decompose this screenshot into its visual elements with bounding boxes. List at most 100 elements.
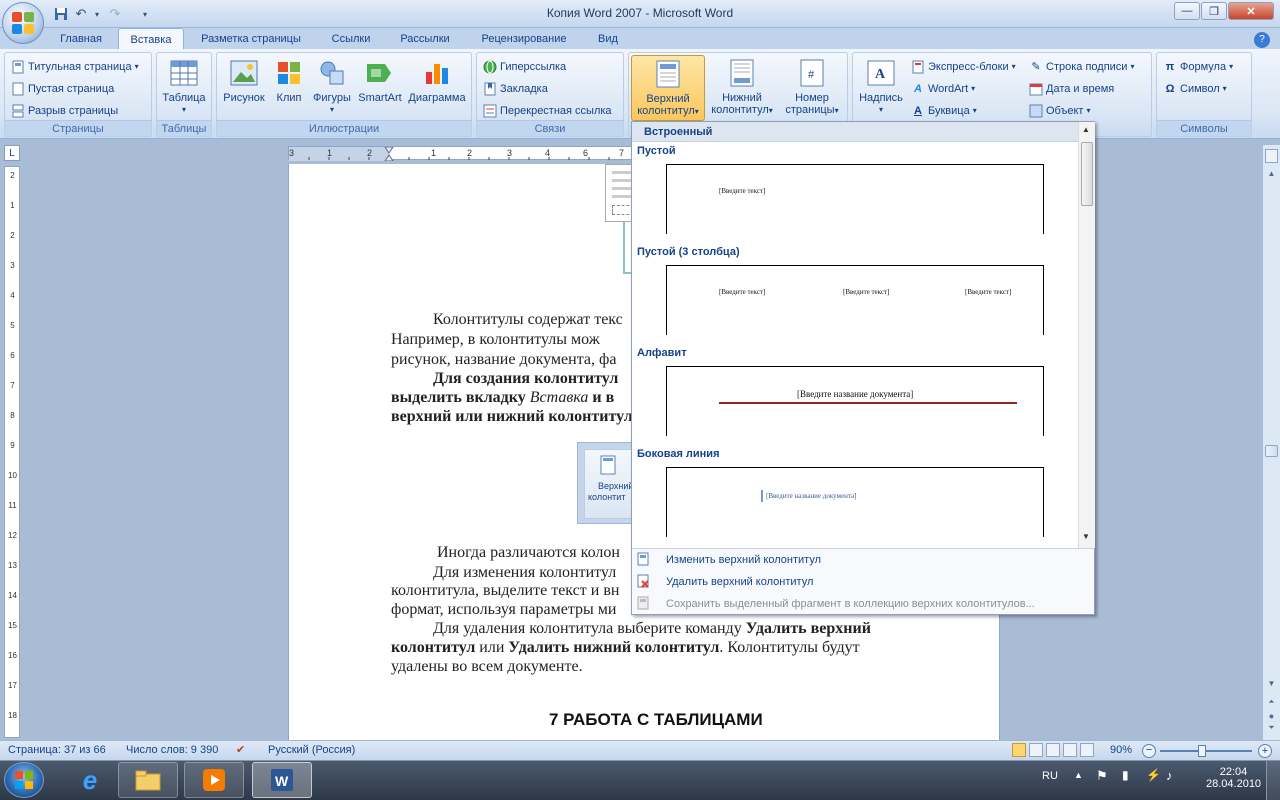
power-icon[interactable]: ⚡ (1146, 768, 1161, 782)
vertical-scrollbar[interactable]: ▲ ▼ ⏶ ● ⏷ (1262, 145, 1280, 740)
volume-icon[interactable]: ♪ (1166, 768, 1173, 783)
cross-reference-button[interactable]: Перекрестная ссылка (483, 101, 612, 121)
draft-icon[interactable] (1080, 743, 1094, 757)
window-title: Копия Word 2007 - Microsoft Word (546, 6, 734, 20)
blank-page-icon (11, 82, 25, 96)
tray-expand-icon[interactable]: ▲ (1074, 770, 1083, 780)
word-taskbar-button[interactable]: W (252, 762, 312, 798)
signature-line-button[interactable]: ✎ Строка подписи ▾ (1029, 57, 1134, 77)
restore-button[interactable]: ❐ (1201, 2, 1227, 20)
header-option-blank-3col[interactable]: [Введите текст] [Введите текст] [Введите… (666, 265, 1044, 335)
group-illustrations-label: Иллюстрации (217, 120, 471, 136)
minimize-button[interactable]: — (1174, 2, 1200, 20)
header-button[interactable]: Верхний колонтитул▾ (631, 55, 705, 121)
media-player-taskbar-button[interactable] (184, 762, 244, 798)
zoom-level[interactable]: 90% (1110, 741, 1132, 760)
clock[interactable]: 22:04 28.04.2010 (1206, 766, 1261, 790)
edit-header-command[interactable]: Изменить верхний колонтитул (666, 550, 821, 570)
blank-page-label: Пустая страница (28, 83, 115, 95)
action-center-icon[interactable]: ⚑ (1096, 768, 1108, 784)
browse-object-icon[interactable]: ● (1265, 711, 1278, 723)
object-label: Объект (1046, 105, 1084, 117)
explorer-taskbar-button[interactable] (118, 762, 178, 798)
page-break-button[interactable]: Разрыв страницы (11, 101, 118, 121)
page-number-button[interactable]: # Номер страницы▾ (779, 57, 845, 117)
page-count[interactable]: Страница: 37 из 66 (8, 741, 106, 760)
print-layout-icon[interactable] (1012, 743, 1026, 757)
tab-review[interactable]: Рецензирование (468, 28, 580, 50)
quick-parts-button[interactable]: Экспресс-блоки ▾ (911, 57, 1016, 77)
header-option-alphabet[interactable]: [Введите название документа] (666, 366, 1044, 436)
zoom-slider-thumb[interactable] (1198, 745, 1206, 757)
tab-selector[interactable]: L (4, 145, 20, 161)
header-option-blank[interactable]: [Введите текст] (666, 164, 1044, 234)
group-tables: Таблица ▾ Таблицы (156, 52, 212, 137)
page-break-icon (11, 104, 25, 118)
header-option-sideline[interactable]: [Введите название документа] (666, 467, 1044, 537)
ruler-number: 17 (8, 681, 17, 690)
tab-references[interactable]: Ссылки (320, 28, 382, 50)
shapes-button[interactable]: Фигуры ▾ (309, 57, 355, 116)
tab-page-layout[interactable]: Разметка страницы (188, 28, 314, 50)
scroll-down-icon[interactable]: ▼ (1265, 679, 1278, 691)
gallery-heading: Встроенный (632, 122, 1078, 142)
textbox-button[interactable]: A Надпись ▾ (857, 57, 905, 116)
start-button[interactable] (4, 762, 44, 798)
placeholder-text: [Введите название документа] (766, 492, 857, 500)
bookmark-button[interactable]: Закладка (483, 79, 548, 99)
scroll-up-icon[interactable]: ▲ (1265, 167, 1278, 181)
wordart-button[interactable]: A WordArt ▾ (911, 79, 975, 99)
show-desktop-button[interactable] (1266, 761, 1280, 800)
blank-page-button[interactable]: Пустая страница (11, 79, 114, 99)
outline-icon[interactable] (1063, 743, 1077, 757)
next-page-icon[interactable]: ⏷ (1265, 723, 1278, 735)
zoom-in-icon[interactable]: + (1258, 744, 1272, 758)
word-count[interactable]: Число слов: 9 390 (126, 741, 218, 760)
help-icon[interactable]: ? (1254, 32, 1270, 48)
symbol-button[interactable]: Ω Символ ▾ (1163, 79, 1227, 99)
tab-home[interactable]: Главная (48, 28, 114, 50)
vertical-ruler[interactable]: 2 1 2 3 4 5 6 7 8 9 10 11 12 13 14 15 16 17 18 (4, 166, 20, 738)
tab-view[interactable]: Вид (586, 28, 630, 50)
internet-explorer-icon[interactable]: e (72, 764, 108, 796)
split-icon[interactable] (1265, 149, 1278, 163)
spelling-icon[interactable]: ✔ (236, 741, 245, 760)
object-button[interactable]: Объект ▾ (1029, 101, 1090, 121)
close-button[interactable]: ✕ (1228, 2, 1274, 20)
ruler-number: 4 (10, 291, 15, 300)
zoom-out-icon[interactable]: − (1142, 744, 1156, 758)
scroll-thumb[interactable] (1265, 445, 1278, 457)
language[interactable]: Русский (Россия) (268, 741, 355, 760)
date-time-button[interactable]: Дата и время (1029, 79, 1114, 99)
gallery-scroll-up-icon[interactable]: ▲ (1082, 125, 1090, 134)
signature-line-label: Строка подписи (1046, 61, 1128, 73)
chart-icon (421, 57, 453, 89)
equation-button[interactable]: π Формула ▾ (1163, 57, 1233, 77)
zoom-slider[interactable] (1160, 750, 1252, 752)
dropcap-button[interactable]: A Буквица ▾ (911, 101, 977, 121)
smartart-button[interactable]: SmartArt (355, 57, 405, 104)
input-language[interactable]: RU (1042, 770, 1058, 782)
picture-button[interactable]: Рисунок (221, 57, 267, 104)
network-icon[interactable]: ▮ (1122, 768, 1129, 782)
prev-page-icon[interactable]: ⏶ (1265, 697, 1278, 709)
hyperlink-button[interactable]: Гиперссылка (483, 57, 566, 77)
gallery-scroll-thumb[interactable] (1081, 142, 1093, 206)
cover-page-button[interactable]: Титульная страница ▾ (11, 57, 139, 77)
table-button[interactable]: Таблица ▾ (159, 57, 209, 116)
doc-p4-line3: формат, используя параметры ми (391, 601, 617, 618)
footer-button[interactable]: Нижний колонтитул▾ (707, 57, 777, 117)
placeholder-text: [Введите название документа] (797, 389, 914, 399)
tab-insert[interactable]: Вставка (118, 28, 184, 50)
clip-button[interactable]: Клип (269, 57, 309, 104)
chart-button[interactable]: Диаграмма (405, 57, 469, 104)
office-button[interactable] (2, 2, 44, 44)
ruler-number: 4 (545, 148, 551, 158)
web-layout-icon[interactable] (1046, 743, 1060, 757)
gallery-scroll-down-icon[interactable]: ▼ (1082, 532, 1090, 541)
tab-mailings[interactable]: Рассылки (388, 28, 462, 50)
remove-header-command[interactable]: Удалить верхний колонтитул (666, 572, 813, 592)
full-screen-reading-icon[interactable] (1029, 743, 1043, 757)
gallery-scrollbar[interactable]: ▲ ▼ (1078, 122, 1095, 548)
group-links-label: Связи (477, 120, 623, 136)
